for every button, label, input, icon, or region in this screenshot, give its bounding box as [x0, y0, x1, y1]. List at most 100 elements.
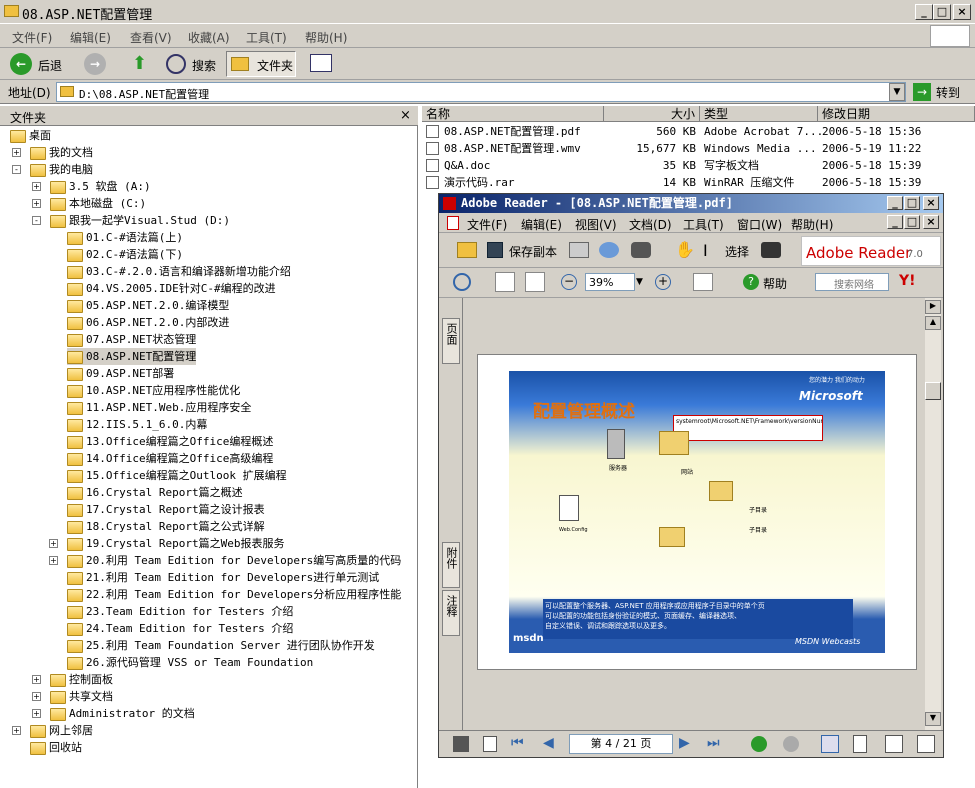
- tree-item[interactable]: 19.Crystal Report篇之Web报表服务: [67, 535, 284, 552]
- last-page-icon[interactable]: ⏭: [707, 735, 720, 751]
- tree-item[interactable]: 24.Team Edition for Testers 介绍: [67, 620, 293, 637]
- save-copy-label[interactable]: 保存副本: [509, 243, 557, 260]
- reader-menu-help[interactable]: 帮助(H): [791, 216, 833, 233]
- doc-minimize-button[interactable]: _: [887, 215, 903, 229]
- column-date[interactable]: 修改日期: [818, 106, 975, 122]
- zoom-input[interactable]: 39%: [585, 273, 635, 291]
- expand-toggle-icon[interactable]: +: [32, 709, 41, 718]
- reader-menu-file[interactable]: 文件(F): [467, 216, 507, 233]
- expand-toggle-icon[interactable]: +: [12, 148, 21, 157]
- back-button-label[interactable]: 后退: [38, 57, 62, 74]
- reader-minimize-button[interactable]: _: [887, 196, 903, 210]
- previous-page-icon[interactable]: ◀: [543, 735, 554, 751]
- open-icon[interactable]: [457, 242, 477, 258]
- go-button[interactable]: 转到: [936, 84, 960, 101]
- tree-item[interactable]: 02.C-#语法篇(下): [67, 246, 183, 263]
- tab-pages[interactable]: 页面: [442, 318, 460, 364]
- maximize-button[interactable]: □: [933, 4, 951, 20]
- tree-item[interactable]: 我的电脑: [30, 161, 93, 178]
- tree-item[interactable]: 网上邻居: [30, 722, 93, 739]
- tree-item[interactable]: 20.利用 Team Edition for Developers编写高质量的代…: [67, 552, 401, 569]
- help-icon[interactable]: ?: [743, 274, 759, 290]
- next-page-icon[interactable]: ▶: [679, 735, 690, 751]
- reader-close-button[interactable]: ×: [923, 196, 939, 210]
- tree-item[interactable]: 08.ASP.NET配置管理: [67, 348, 197, 365]
- tree-item[interactable]: 10.ASP.NET应用程序性能优化: [67, 382, 240, 399]
- vertical-scrollbar[interactable]: ▶ ▲ ▼: [925, 298, 941, 730]
- yahoo-icon[interactable]: Y!: [899, 273, 916, 289]
- column-size[interactable]: 大小: [604, 106, 700, 122]
- folder-pane-close-icon[interactable]: ×: [400, 108, 411, 123]
- reader-menu-document[interactable]: 文档(D): [629, 216, 672, 233]
- tree-item[interactable]: 控制面板: [50, 671, 113, 688]
- tree-item[interactable]: 18.Crystal Report篇之公式详解: [67, 518, 265, 535]
- reader-menu-window[interactable]: 窗口(W): [737, 216, 782, 233]
- select-tool-icon[interactable]: I: [703, 241, 708, 260]
- tree-item[interactable]: 回收站: [30, 739, 82, 756]
- expand-toggle-icon[interactable]: -: [12, 165, 21, 174]
- column-name[interactable]: 名称: [422, 106, 604, 122]
- tree-item[interactable]: 03.C-#.2.0.语言和编译器新增功能介绍: [67, 263, 291, 280]
- zoom-in-tool-icon[interactable]: [453, 273, 471, 291]
- fit-width-icon[interactable]: [525, 272, 545, 292]
- email-icon[interactable]: [599, 242, 619, 258]
- file-row[interactable]: Q&A.doc 35 KB 写字板文档 2006-5-18 15:39: [422, 157, 975, 174]
- tree-item[interactable]: Administrator 的文档: [50, 705, 195, 722]
- file-row[interactable]: 08.ASP.NET配置管理.pdf 560 KB Adobe Acrobat 7.…: [422, 123, 975, 140]
- zoom-in-icon[interactable]: +: [655, 274, 671, 290]
- rotate-icon[interactable]: [693, 273, 713, 291]
- tree-item[interactable]: 跟我一起学Visual.Stud (D:): [50, 212, 230, 229]
- folders-button[interactable]: 文件夹: [226, 51, 296, 77]
- reader-menu-tools[interactable]: 工具(T): [683, 216, 724, 233]
- tree-item[interactable]: 04.VS.2005.IDE针对C-#编程的改进: [67, 280, 276, 297]
- tree-item[interactable]: 17.Crystal Report篇之设计报表: [67, 501, 265, 518]
- tree-item[interactable]: 15.Office编程篇之Outlook 扩展编程: [67, 467, 287, 484]
- page-number-input[interactable]: 第 4 / 21 页: [569, 734, 673, 754]
- page-layout-icon[interactable]: [483, 736, 497, 752]
- zoom-dropdown[interactable]: ▼: [636, 273, 643, 291]
- binoculars-icon[interactable]: [631, 242, 651, 258]
- up-icon[interactable]: ⬆: [132, 54, 152, 74]
- tab-attachments[interactable]: 附件: [442, 542, 460, 588]
- expand-toggle-icon[interactable]: -: [32, 216, 41, 225]
- tree-item[interactable]: 16.Crystal Report篇之概述: [67, 484, 243, 501]
- tab-comments[interactable]: 注释: [442, 590, 460, 636]
- back-icon[interactable]: ←: [10, 53, 32, 75]
- expand-toggle-icon[interactable]: +: [49, 556, 58, 565]
- menu-tools[interactable]: 工具(T): [246, 29, 287, 46]
- facing-icon[interactable]: [885, 735, 903, 753]
- continuous-facing-icon[interactable]: [917, 735, 935, 753]
- tree-item[interactable]: 26.源代码管理 VSS or Team Foundation: [67, 654, 313, 671]
- menu-edit[interactable]: 编辑(E): [70, 29, 111, 46]
- expand-toggle-icon[interactable]: +: [32, 182, 41, 191]
- expand-toggle-icon[interactable]: +: [12, 726, 21, 735]
- doc-close-button[interactable]: ×: [923, 215, 939, 229]
- tree-item[interactable]: 11.ASP.NET.Web.应用程序安全: [67, 399, 251, 416]
- scroll-right-arrow[interactable]: ▶: [925, 300, 941, 314]
- search-web-input[interactable]: 搜索网络: [815, 273, 889, 291]
- go-next-view-icon[interactable]: [783, 736, 799, 752]
- column-type[interactable]: 类型: [700, 106, 818, 122]
- go-icon[interactable]: →: [913, 83, 931, 101]
- tree-item[interactable]: 14.Office编程篇之Office高级编程: [67, 450, 273, 467]
- expand-toggle-icon[interactable]: +: [32, 199, 41, 208]
- expand-toggle-icon[interactable]: +: [49, 539, 58, 548]
- print-icon[interactable]: [569, 242, 589, 258]
- tree-item[interactable]: 21.利用 Team Edition for Developers进行单元测试: [67, 569, 379, 586]
- continuous-icon[interactable]: [853, 735, 867, 753]
- tree-item[interactable]: 共享文档: [50, 688, 113, 705]
- search-icon[interactable]: [166, 54, 186, 74]
- select-label[interactable]: 选择: [725, 243, 749, 260]
- tree-item[interactable]: 07.ASP.NET状态管理: [67, 331, 196, 348]
- minimize-button[interactable]: _: [915, 4, 933, 20]
- tree-item[interactable]: 12.IIS.5.1_6.0.内幕: [67, 416, 207, 433]
- single-page-icon[interactable]: [821, 735, 839, 753]
- tree-item[interactable]: 3.5 软盘 (A:): [50, 178, 151, 195]
- tree-item[interactable]: 25.利用 Team Foundation Server 进行团队协作开发: [67, 637, 375, 654]
- reader-menu-view[interactable]: 视图(V): [575, 216, 617, 233]
- address-dropdown[interactable]: ▼: [889, 83, 905, 101]
- forward-icon[interactable]: →: [84, 53, 106, 75]
- tree-item[interactable]: 22.利用 Team Edition for Developers分析应用程序性…: [67, 586, 401, 603]
- save-icon[interactable]: [487, 242, 503, 258]
- views-icon[interactable]: [310, 54, 332, 72]
